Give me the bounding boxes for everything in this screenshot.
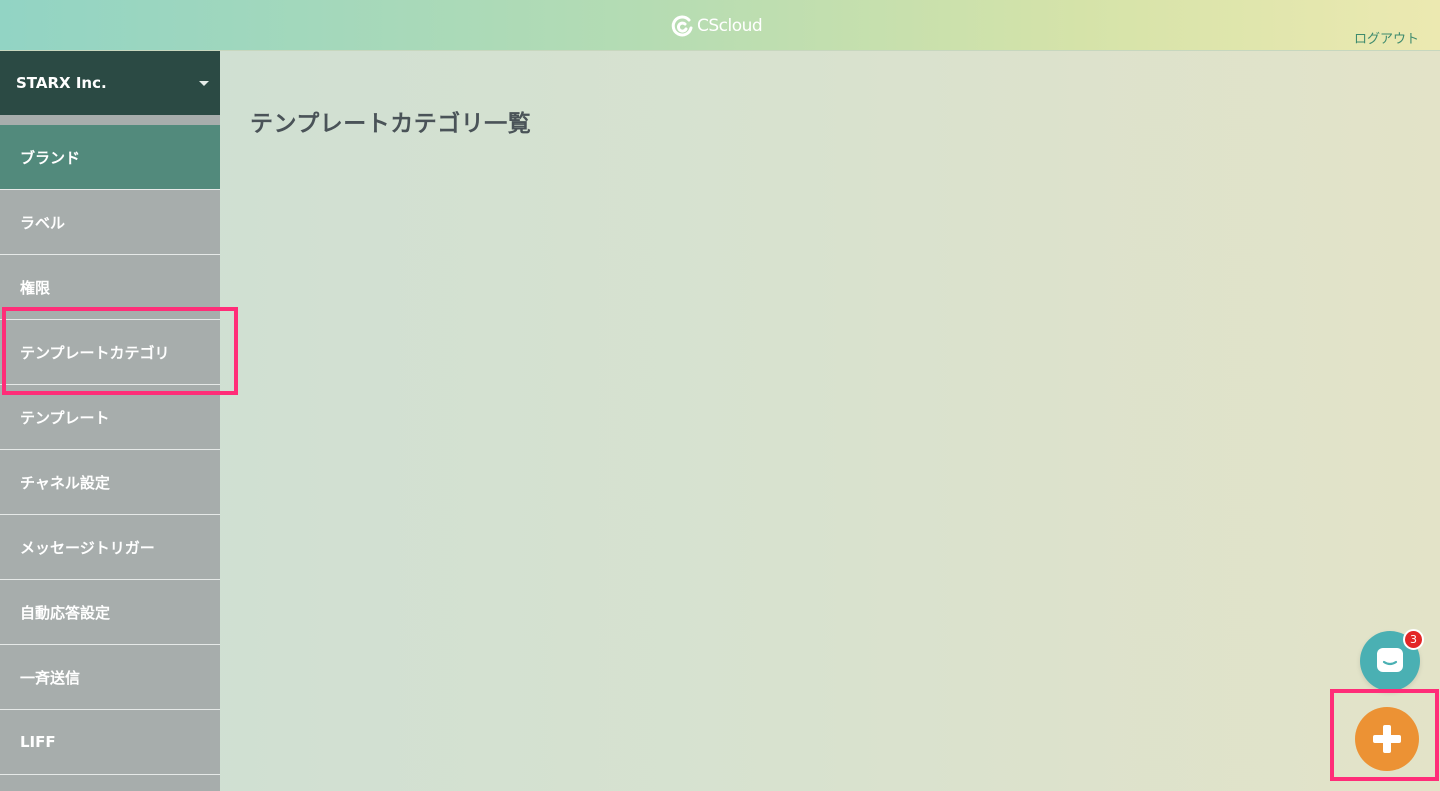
sidebar-item-label: ブランド <box>20 148 81 167</box>
sidebar-item-label: メッセージトリガー <box>20 538 155 557</box>
sidebar-item-label: テンプレートカテゴリ <box>20 343 170 362</box>
org-name: STARX Inc. <box>16 74 107 92</box>
sidebar: STARX Inc. ブランド ラベル 権限 テンプレートカテゴリ テンプレート… <box>0 51 220 791</box>
notification-badge: 3 <box>1403 629 1424 650</box>
logout-link[interactable]: ログアウト <box>1354 28 1419 47</box>
plus-icon <box>1373 725 1401 753</box>
sidebar-item-label: 一斉送信 <box>20 668 81 687</box>
sidebar-item-label: チャネル設定 <box>20 473 110 492</box>
sidebar-item-label: ラベル <box>20 213 66 232</box>
cscloud-logo-icon <box>671 15 693 37</box>
sidebar-item-broadcast[interactable]: 一斉送信 <box>0 645 220 710</box>
sidebar-item-liff[interactable]: LIFF <box>0 710 220 775</box>
sidebar-item-template-category[interactable]: テンプレートカテゴリ <box>0 320 220 385</box>
sidebar-item-auto-reply[interactable]: 自動応答設定 <box>0 580 220 645</box>
sidebar-item-label: テンプレート <box>20 408 110 427</box>
sidebar-item-permissions[interactable]: 権限 <box>0 255 220 320</box>
page-title: テンプレートカテゴリ一覧 <box>250 111 532 137</box>
sidebar-item-channel-settings[interactable]: チャネル設定 <box>0 450 220 515</box>
sidebar-item-label: LIFF <box>20 733 56 751</box>
sidebar-item-label: 権限 <box>20 278 51 297</box>
chat-bubble-icon <box>1377 648 1403 672</box>
sidebar-item-label-settings[interactable]: ラベル <box>0 190 220 255</box>
app-logo[interactable]: CScloud <box>670 13 763 39</box>
caret-down-icon <box>199 80 209 86</box>
sidebar-gap <box>0 115 220 125</box>
sidebar-item-template[interactable]: テンプレート <box>0 385 220 450</box>
sidebar-item-brand[interactable]: ブランド <box>0 125 220 190</box>
top-bar: CScloud ログアウト <box>0 0 1440 51</box>
add-category-button[interactable] <box>1355 707 1419 771</box>
org-switcher[interactable]: STARX Inc. <box>0 51 220 115</box>
logo-text: CScloud <box>697 16 763 36</box>
sidebar-item-label: 自動応答設定 <box>20 603 111 622</box>
sidebar-item-message-trigger[interactable]: メッセージトリガー <box>0 515 220 580</box>
